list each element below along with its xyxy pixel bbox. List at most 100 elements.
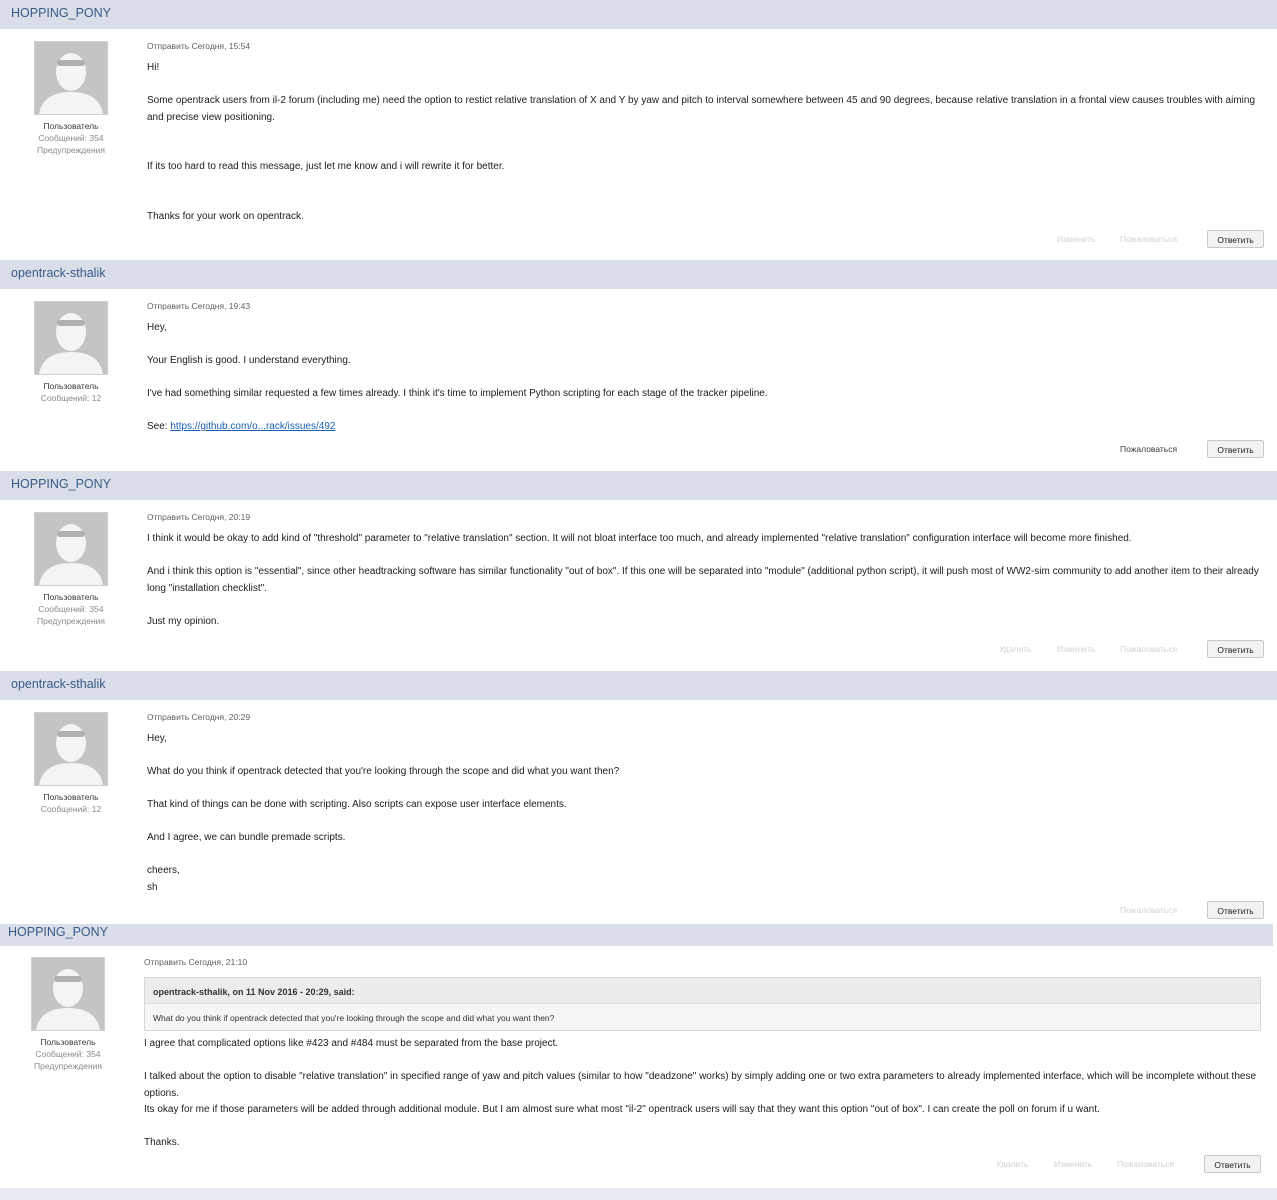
post-actions: Удалить Изменить Пожаловаться Ответить [996,1155,1261,1175]
user-role: Пользователь [43,792,99,802]
author-sidebar: Пользователь Сообщений: 354 Предупрежден… [27,512,115,627]
report-link[interactable]: Пожаловаться [1120,444,1177,454]
post-paragraph: And i think this option is "essential", … [147,566,1259,594]
delete-link[interactable]: Удалить [999,644,1031,654]
post-count: Сообщений: 354 [38,133,104,143]
post-header: opentrack-sthalik [0,260,1277,289]
avatar-silhouette-icon [35,513,107,585]
see-label: See: [147,421,171,432]
avatar-silhouette-icon [32,958,104,1030]
post-paragraph: I think it would be okay to add kind of … [147,533,1132,544]
author-name[interactable]: opentrack-sthalik [11,677,106,691]
reply-button[interactable]: Ответить [1207,901,1264,919]
quote-text: What do you think if opentrack detected … [153,1013,555,1023]
user-role: Пользователь [43,592,99,602]
post-paragraph: Hey, [147,733,167,744]
post-count: Сообщений: 12 [40,804,102,814]
post-paragraph: I talked about the option to disable "re… [144,1071,1257,1099]
post-date: Отправить Сегодня, 20:29 [147,712,251,722]
post-content: Отправить Сегодня, 15:54 Hi! Some opentr… [147,41,1269,222]
post: HOPPING_PONY Пользователь Сообщений: 354… [0,924,1277,1188]
report-link[interactable]: Пожаловаться [1117,1159,1174,1169]
post: opentrack-sthalik Пользователь Сообщений… [0,671,1277,924]
post-paragraph: sh [147,882,158,893]
report-link[interactable]: Пожаловаться [1120,905,1177,915]
post-paragraph: cheers, [147,865,180,876]
quote-block: opentrack-sthalik, on 11 Nov 2016 - 20:2… [144,977,1261,1031]
post-header: opentrack-sthalik [0,671,1277,700]
divider [0,1188,1277,1200]
post-header: HOPPING_PONY [0,924,1273,946]
post-paragraph: If its too hard to read this message, ju… [147,161,505,172]
user-role: Пользователь [40,1037,96,1047]
user-role: Пользователь [43,121,99,131]
avatar-silhouette-icon [35,302,107,374]
post-paragraph: I agree that complicated options like #4… [144,1038,559,1049]
warnings-link[interactable]: Предупреждения [24,1060,112,1072]
author-name[interactable]: HOPPING_PONY [8,925,108,939]
post-content: Отправить Сегодня, 19:43 Hey, Your Engli… [147,301,1269,432]
post-paragraph: Thanks. [144,1137,180,1148]
post-paragraph: And I agree, we can bundle premade scrip… [147,832,346,843]
post-date: Отправить Сегодня, 20:19 [147,512,251,522]
post-date: Отправить Сегодня, 15:54 [147,41,251,51]
post-count: Сообщений: 12 [40,393,102,403]
post: opentrack-sthalik Пользователь Сообщений… [0,260,1277,471]
warnings-link[interactable]: Предупреждения [27,615,115,627]
post-paragraph: Its okay for me if those parameters will… [144,1104,1100,1115]
report-link[interactable]: Пожаловаться [1120,234,1177,244]
post-paragraph: Just my opinion. [147,616,220,627]
author-name[interactable]: HOPPING_PONY [11,477,111,491]
post-paragraph: Hi! [147,62,160,73]
warnings-link[interactable]: Предупреждения [27,144,115,156]
avatar[interactable] [34,712,108,786]
reply-button[interactable]: Ответить [1207,640,1264,658]
post: HOPPING_PONY Пользователь Сообщений: 354… [0,0,1277,260]
reply-button[interactable]: Ответить [1207,440,1264,458]
post-date: Отправить Сегодня, 19:43 [147,301,251,311]
avatar[interactable] [34,41,108,115]
reply-button[interactable]: Ответить [1207,230,1264,248]
author-sidebar: Пользователь Сообщений: 12 [27,301,115,404]
author-sidebar: Пользователь Сообщений: 12 [27,712,115,815]
post-count: Сообщений: 354 [35,1049,101,1059]
post-paragraph: See: https://github.com/o...rack/issues/… [147,419,1269,436]
post-content: Отправить Сегодня, 20:29 Hey, What do yo… [147,712,1269,893]
author-name[interactable]: HOPPING_PONY [11,6,111,20]
post-actions: Пожаловаться Ответить [1014,440,1264,460]
avatar[interactable] [34,301,108,375]
post-paragraph: What do you think if opentrack detected … [147,766,620,777]
post-paragraph: Some opentrack users from il-2 forum (in… [147,95,1256,123]
post: HOPPING_PONY Пользователь Сообщений: 354… [0,471,1277,671]
post-actions: Удалить Изменить Пожаловаться Ответить [999,640,1264,660]
post-header: HOPPING_PONY [0,0,1277,29]
author-name[interactable]: opentrack-sthalik [11,266,106,280]
edit-link[interactable]: Изменить [1057,234,1095,244]
issue-link[interactable]: https://github.com/o...rack/issues/492 [170,421,335,432]
reply-button[interactable]: Ответить [1204,1155,1261,1173]
post-paragraph: Thanks for your work on opentrack. [147,211,304,222]
post-content: Отправить Сегодня, 21:10 opentrack-sthal… [144,957,1269,1148]
avatar[interactable] [31,957,105,1031]
avatar[interactable] [34,512,108,586]
avatar-silhouette-icon [35,713,107,785]
post-paragraph: Your English is good. I understand every… [147,355,351,366]
post-paragraph: That kind of things can be done with scr… [147,799,567,810]
post-paragraph: I've had something similar requested a f… [147,388,768,399]
post-header: HOPPING_PONY [0,471,1277,500]
edit-link[interactable]: Изменить [1057,644,1095,654]
post-actions: Пожаловаться Ответить [1014,901,1264,921]
quote-header: opentrack-sthalik, on 11 Nov 2016 - 20:2… [145,978,1260,1004]
post-paragraph: Hey, [147,322,167,333]
post-count: Сообщений: 354 [38,604,104,614]
post-actions: Изменить Пожаловаться Ответить [1014,230,1264,250]
avatar-silhouette-icon [35,42,107,114]
report-link[interactable]: Пожаловаться [1120,644,1177,654]
user-role: Пользователь [43,381,99,391]
author-sidebar: Пользователь Сообщений: 354 Предупрежден… [27,41,115,156]
delete-link[interactable]: Удалить [996,1159,1028,1169]
edit-link[interactable]: Изменить [1054,1159,1092,1169]
post-date: Отправить Сегодня, 21:10 [144,957,248,967]
author-sidebar: Пользователь Сообщений: 354 Предупрежден… [24,957,112,1072]
post-content: Отправить Сегодня, 20:19 I think it woul… [147,512,1269,627]
